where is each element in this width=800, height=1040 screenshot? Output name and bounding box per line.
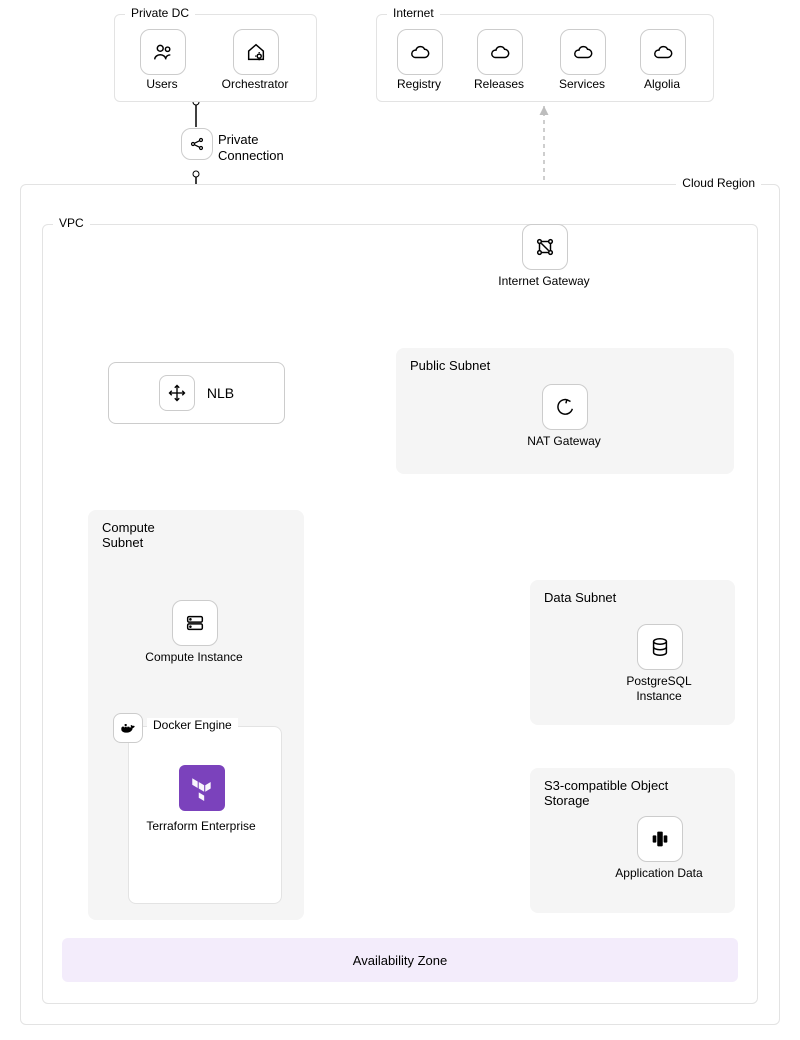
compute-subnet-label: Compute Subnet <box>102 520 182 550</box>
docker-engine-group: Docker Engine Terraform Enterprise <box>128 726 282 904</box>
nlb-icon-wrap <box>159 375 195 411</box>
users-icon <box>152 41 174 63</box>
application-data-label: Application Data <box>604 866 714 881</box>
architecture-diagram: Private DC Users Orchestrator Internet R… <box>0 0 800 1040</box>
private-dc-group: Private DC Users Orchestrator <box>114 14 317 102</box>
application-data-node <box>637 816 683 862</box>
public-subnet-group: Public Subnet NAT Gateway <box>396 348 734 474</box>
orchestrator-icon <box>245 41 267 63</box>
users-node <box>140 29 186 75</box>
orchestrator-label: Orchestrator <box>200 77 310 92</box>
availability-zone-label: Availability Zone <box>353 953 447 968</box>
nlb-label: NLB <box>207 385 234 401</box>
cloud-icon <box>409 41 431 63</box>
nat-gateway-label: NAT Gateway <box>509 434 619 449</box>
terraform-node <box>179 765 225 811</box>
cloud-icon <box>489 41 511 63</box>
compute-subnet-group: Compute Subnet Compute Instance Docker E… <box>88 510 304 920</box>
data-subnet-label: Data Subnet <box>544 590 616 605</box>
nat-gateway-node <box>542 384 588 430</box>
s3-subnet-group: S3-compatible Object Storage Application… <box>530 768 735 913</box>
postgresql-label: PostgreSQL Instance <box>604 674 714 704</box>
nat-icon <box>554 396 576 418</box>
postgresql-node <box>637 624 683 670</box>
algolia-label: Algolia <box>607 77 717 92</box>
private-connection-label: Private Connection <box>218 132 308 165</box>
nlb-node: NLB <box>108 362 285 424</box>
internet-label: Internet <box>387 6 440 20</box>
services-node <box>560 29 606 75</box>
compute-instance-label: Compute Instance <box>139 650 249 665</box>
algolia-node <box>640 29 686 75</box>
s3-subnet-label: S3-compatible Object Storage <box>544 778 674 808</box>
server-icon <box>184 612 206 634</box>
internet-gateway-node <box>522 224 568 270</box>
cloud-region-label: Cloud Region <box>676 176 761 190</box>
registry-node <box>397 29 443 75</box>
vpc-label: VPC <box>53 216 90 230</box>
database-icon <box>649 636 671 658</box>
data-subnet-group: Data Subnet PostgreSQL Instance <box>530 580 735 725</box>
storage-icon <box>649 828 671 850</box>
cloud-icon <box>572 41 594 63</box>
network-icon <box>534 236 556 258</box>
private-dc-label: Private DC <box>125 6 195 20</box>
cloud-icon <box>652 41 674 63</box>
share-icon <box>189 136 205 152</box>
load-balancer-icon <box>168 384 186 402</box>
docker-engine-label: Docker Engine <box>147 718 238 732</box>
compute-instance-node <box>172 600 218 646</box>
releases-node <box>477 29 523 75</box>
terraform-label: Terraform Enterprise <box>146 819 256 834</box>
terraform-icon <box>189 775 215 801</box>
orchestrator-node <box>233 29 279 75</box>
internet-gateway-label: Internet Gateway <box>489 274 599 289</box>
docker-chip <box>113 713 143 743</box>
private-connection-node <box>181 128 213 160</box>
internet-group: Internet Registry Releases Services Algo… <box>376 14 714 102</box>
availability-zone: Availability Zone <box>62 938 738 982</box>
public-subnet-label: Public Subnet <box>410 358 490 373</box>
docker-icon <box>120 720 136 736</box>
